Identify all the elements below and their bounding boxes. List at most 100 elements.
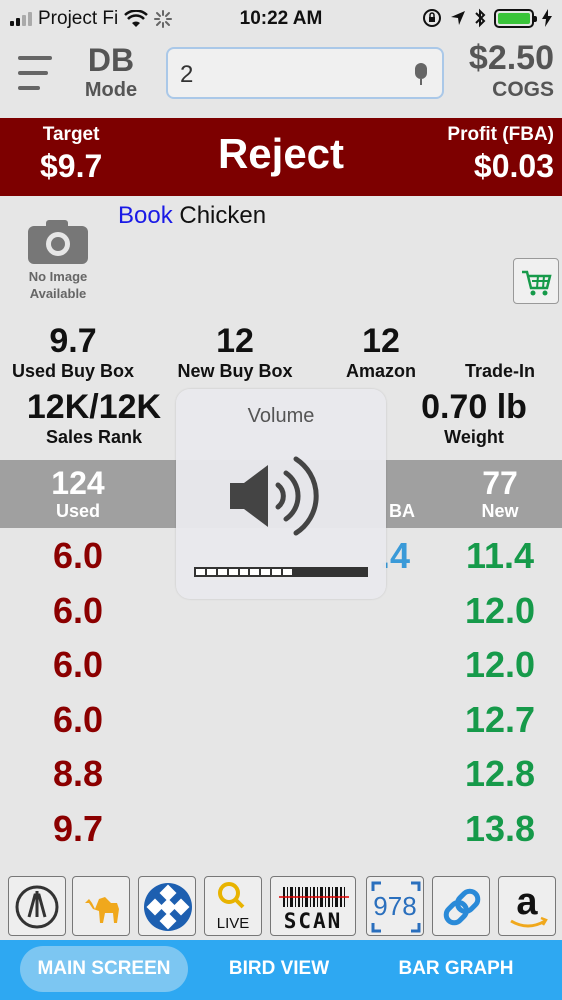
sales-rank-value: 12K/12K: [26, 388, 162, 426]
used-price: 9.7: [52, 807, 104, 849]
weight: 0.70 lb Weight: [404, 388, 544, 448]
new-price: 12.8: [464, 753, 536, 795]
fba-offers[interactable]: BA: [382, 466, 422, 522]
used-buy-box-label: Used Buy Box: [11, 361, 135, 381]
scan-label: SCAN: [283, 909, 343, 933]
compass-icon: [15, 885, 59, 929]
volume-segment: [250, 569, 260, 575]
trade-in: Trade-In: [440, 322, 560, 382]
volume-segment: [239, 569, 249, 575]
mode-label: Mode: [84, 79, 138, 101]
location-icon: [451, 11, 465, 25]
weight-label: Weight: [444, 427, 504, 447]
amazon-price-value: 12: [362, 322, 400, 360]
tab-bar-graph[interactable]: BAR GRAPH: [378, 946, 534, 992]
used-buy-box-value: 9.7: [49, 322, 97, 360]
scan-button[interactable]: SCAN: [270, 876, 356, 936]
tab-main-screen[interactable]: MAIN SCREEN: [20, 946, 188, 992]
hamburger-menu-icon[interactable]: [18, 56, 52, 90]
compass-button[interactable]: [8, 876, 66, 936]
new-price: 11.4: [465, 535, 535, 576]
product-type[interactable]: Book: [118, 202, 173, 229]
used-price: 6.0: [52, 644, 104, 686]
weight-value: 0.70 lb: [421, 388, 527, 426]
profit-label: Profit (FBA): [447, 124, 554, 145]
used-label: Used: [55, 501, 100, 521]
new-label: New: [481, 501, 519, 521]
amazon-price: 12 Amazon: [330, 322, 432, 382]
used-price: 6.0: [52, 535, 104, 576]
no-image-line1: No Image: [28, 269, 88, 284]
new-price: 13.8: [464, 807, 536, 849]
amazon-price-label: Amazon: [345, 361, 416, 381]
charging-icon: [542, 9, 552, 27]
camel-icon: [85, 897, 119, 923]
new-count: 77: [482, 465, 518, 501]
bottom-tabs: MAIN SCREEN BIRD VIEW BAR GRAPH: [0, 940, 562, 1000]
live-search-button[interactable]: LIVE: [204, 876, 262, 936]
new-price: 12.7: [464, 698, 536, 740]
new-buy-box-value: 12: [216, 322, 254, 360]
status-bar: Project Fi 10:22 AM: [0, 0, 562, 38]
link-icon: [443, 888, 481, 926]
sales-rank-label: Sales Rank: [45, 427, 143, 447]
bluetooth-icon: [475, 8, 486, 28]
amazon-button[interactable]: a: [498, 876, 556, 936]
mode-title: DB: [87, 42, 135, 78]
used-price-list: 6.0 6.0 6.0 6.0 8.8 9.7: [18, 536, 138, 864]
volume-hud: Volume: [176, 389, 386, 599]
volume-segment: [272, 569, 281, 575]
new-offers[interactable]: 77 New: [440, 466, 560, 522]
search-value: 2: [180, 61, 194, 88]
microphone-icon[interactable]: [414, 63, 428, 87]
volume-level-bar: [194, 567, 368, 577]
new-price-list: 11.4 12.0 12.0 12.7 12.8 13.8: [440, 536, 560, 864]
fba-label: BA: [389, 501, 415, 521]
live-label: LIVE: [216, 915, 250, 932]
cogs-label: COGS: [492, 78, 554, 101]
decision-bar: Target $9.7 Reject Profit (FBA) $0.03: [0, 118, 562, 196]
sales-rank: 12K/12K Sales Rank: [14, 388, 174, 448]
used-offers[interactable]: 124 Used: [18, 466, 138, 522]
live-search-icon: [218, 882, 245, 909]
isbn-978-button[interactable]: 978: [366, 876, 424, 936]
volume-segment: [261, 569, 271, 575]
speaker-icon: [230, 456, 319, 536]
product-title: Book Chicken: [118, 202, 266, 230]
no-image-text: No Image Available: [18, 268, 98, 302]
cogs-price: $2.50: [468, 39, 554, 77]
search-input[interactable]: 2: [166, 47, 444, 99]
mode-toggle[interactable]: DB Mode: [80, 42, 142, 102]
profit-value: $0.03: [473, 148, 554, 184]
new-buy-box-label: New Buy Box: [177, 361, 293, 381]
link-button[interactable]: [432, 876, 490, 936]
volume-segment: [217, 569, 227, 575]
new-price: 12.0: [464, 589, 536, 631]
used-buy-box: 9.7 Used Buy Box: [8, 322, 138, 382]
volume-segment: [228, 569, 238, 575]
volume-segment: [283, 569, 292, 575]
header: DB Mode 2 $2.50 COGS: [0, 38, 562, 118]
camel-button[interactable]: [72, 876, 130, 936]
no-image-line2: Available: [29, 286, 87, 301]
new-price: 12.0: [464, 644, 536, 686]
amazon-icon: [510, 916, 548, 928]
barcode-scan-icon: [279, 887, 349, 907]
cart-button[interactable]: [513, 258, 559, 304]
isbn-label: 978: [373, 891, 417, 921]
volume-segment: [206, 569, 216, 575]
profit-block: Profit (FBA) $0.03: [447, 124, 554, 185]
product-name: Chicken: [179, 202, 267, 229]
new-buy-box: 12 New Buy Box: [170, 322, 300, 382]
volume-title: Volume: [247, 405, 315, 427]
used-price: 8.8: [52, 753, 104, 795]
used-count: 124: [51, 465, 105, 501]
tab-bird-view[interactable]: BIRD VIEW: [204, 946, 354, 992]
cart-icon: [522, 270, 552, 296]
battery-icon: [494, 8, 537, 28]
trade-in-label: Trade-In: [464, 361, 535, 381]
cogs[interactable]: $2.50 COGS: [469, 38, 554, 102]
used-price: 6.0: [52, 698, 104, 740]
camera-icon[interactable]: [28, 218, 88, 264]
dots-button[interactable]: [138, 876, 196, 936]
